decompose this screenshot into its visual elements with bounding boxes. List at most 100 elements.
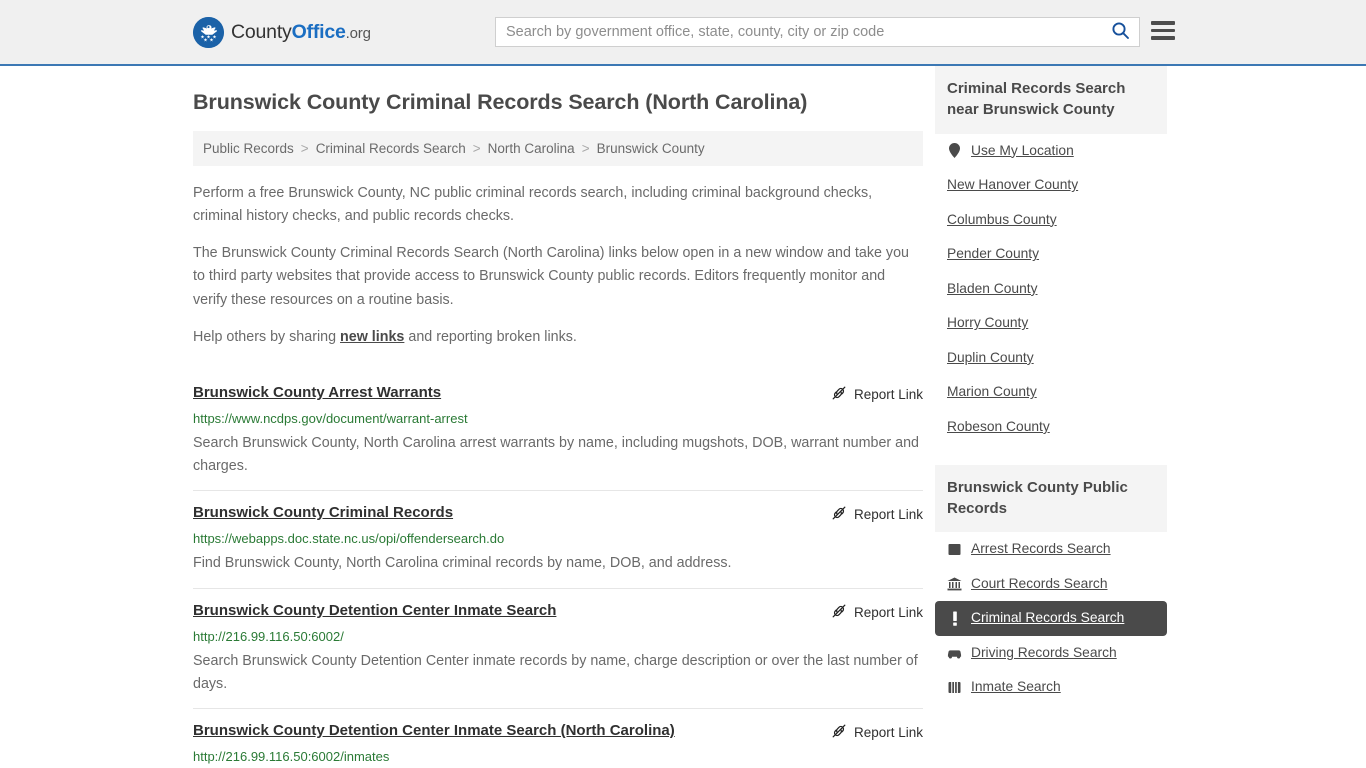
page-body: Brunswick County Criminal Records Search… [0,66,1366,768]
sidebar-item-label: Horry County [947,315,1029,331]
map-pin-icon [947,143,962,159]
result-title-link[interactable]: Brunswick County Criminal Records [193,504,831,523]
sidebar-item-duplin-county[interactable]: Duplin County [935,341,1167,376]
sidebar-item-new-hanover-county[interactable]: New Hanover County [935,168,1167,203]
result-item: Brunswick County Detention Center Inmate… [193,708,923,768]
sidebar-item-use-my-location[interactable]: Use My Location [935,134,1167,169]
intro-paragraph-3: Help others by sharing new links and rep… [193,326,923,349]
report-link-label: Report Link [853,604,923,620]
hamburger-bar [1151,21,1175,25]
result-item: Brunswick County Detention Center Inmate… [193,587,923,708]
sidebar-item-label: Use My Location [971,142,1074,158]
hamburger-bar [1151,36,1175,40]
sidebar-nearby-list: Use My Location New Hanover County Colum… [935,134,1167,449]
list-item: Inmate Search [935,670,1167,705]
result-title-link[interactable]: Brunswick County Detention Center Inmate… [193,602,831,621]
sidebar-item-horry-county[interactable]: Horry County [935,306,1167,341]
page-title: Brunswick County Criminal Records Search… [193,90,808,114]
eagle-seal-icon [193,16,224,48]
intro-text-before-link: Help others by sharing [193,328,341,345]
sidebar-public-records-block: Brunswick County Public Records Arrest R… [935,464,1167,709]
breadcrumb-separator: > [300,141,309,156]
intro-text: Perform a free Brunswick County, NC publ… [193,182,923,349]
results-list: Brunswick County Arrest Warrants Report … [193,371,923,768]
search-bar[interactable] [495,17,1140,47]
report-link-label: Report Link [853,386,923,402]
sidebar-public-records-heading: Brunswick County Public Records [935,464,1167,533]
sidebar-item-label: Bladen County [947,280,1038,296]
breadcrumb-item-north-carolina[interactable]: North Carolina [488,141,575,156]
sidebar-item-robeson-county[interactable]: Robeson County [935,410,1167,445]
result-url: http://216.99.116.50:6002/inmates [193,749,390,765]
result-title-link[interactable]: Brunswick County Detention Center Inmate… [193,722,831,741]
sidebar-nearby-heading: Criminal Records Search near Brunswick C… [935,66,1167,134]
list-item: Pender County [935,237,1167,272]
hamburger-menu-icon[interactable] [1151,21,1175,40]
sidebar-item-label: New Hanover County [947,177,1079,193]
report-link-label: Report Link [853,507,923,523]
new-links-link[interactable]: new links [340,329,404,345]
sidebar-item-inmate-search[interactable]: Inmate Search [935,670,1167,705]
sidebar-item-label: Inmate Search [971,679,1061,695]
breadcrumb-item-public-records[interactable]: Public Records [203,141,294,156]
result-header: Brunswick County Criminal Records Report… [193,504,923,524]
sidebar-item-label: Robeson County [947,418,1050,434]
sidebar-item-arrest-records-search[interactable]: Arrest Records Search [935,532,1167,567]
car-icon [947,646,962,661]
list-item: Driving Records Search [935,636,1167,671]
intro-paragraph-1: Perform a free Brunswick County, NC publ… [193,185,873,225]
jail-icon [947,680,962,695]
report-link-button[interactable]: Report Link [831,722,923,742]
broken-link-icon [831,723,847,742]
sidebar-item-bladen-county[interactable]: Bladen County [935,272,1167,307]
main-content: Brunswick County Criminal Records Search… [193,66,923,768]
breadcrumb: Public Records > Criminal Records Search… [193,131,923,166]
result-header: Brunswick County Detention Center Inmate… [193,602,923,622]
search-input[interactable] [496,18,1101,46]
sidebar-item-label: Court Records Search [971,575,1108,591]
intro-text-after-link: and reporting broken links. [404,328,577,345]
report-link-button[interactable]: Report Link [831,384,923,404]
sidebar-item-label: Marion County [947,384,1037,400]
result-header: Brunswick County Detention Center Inmate… [193,722,923,742]
hamburger-bar [1151,28,1175,32]
result-url: http://216.99.116.50:6002/ [193,628,344,644]
report-link-button[interactable]: Report Link [831,602,923,622]
courthouse-icon [947,576,962,591]
sidebar-item-driving-records-search[interactable]: Driving Records Search [935,636,1167,671]
site-logo[interactable]: CountyOffice.org [193,16,371,48]
sidebar-public-records-list: Arrest Records Search Court Records Sear… [935,532,1167,709]
list-item: Court Records Search [935,567,1167,602]
sidebar-item-columbus-county[interactable]: Columbus County [935,203,1167,238]
breadcrumb-item-brunswick-county[interactable]: Brunswick County [597,141,705,156]
sidebar: Criminal Records Search near Brunswick C… [935,66,1167,768]
search-icon [1111,21,1130,43]
sidebar-item-marion-county[interactable]: Marion County [935,375,1167,410]
result-description: Search Brunswick County, North Carolina … [193,434,920,475]
breadcrumb-separator: > [581,141,590,156]
brand-part-county: County [231,20,292,43]
result-description: Find Brunswick County, North Carolina cr… [193,555,732,572]
list-item: Columbus County [935,203,1167,238]
sidebar-item-criminal-records-search[interactable]: Criminal Records Search [935,601,1167,636]
exclamation-icon [947,611,962,626]
breadcrumb-item-criminal-records-search[interactable]: Criminal Records Search [316,141,466,156]
search-button[interactable] [1101,18,1139,46]
list-item: Bladen County [935,272,1167,307]
report-link-label: Report Link [853,725,923,741]
sidebar-item-label: Duplin County [947,349,1034,365]
list-item: Use My Location [935,134,1167,169]
result-title-link[interactable]: Brunswick County Arrest Warrants [193,384,831,403]
report-link-button[interactable]: Report Link [831,504,923,524]
sidebar-item-court-records-search[interactable]: Court Records Search [935,567,1167,602]
result-item: Brunswick County Arrest Warrants Report … [193,371,923,490]
sidebar-item-label: Driving Records Search [971,644,1117,660]
sidebar-item-label: Criminal Records Search [971,610,1125,626]
result-header: Brunswick County Arrest Warrants Report … [193,384,923,404]
brand-wordmark: CountyOffice.org [231,21,371,44]
result-url: https://www.ncdps.gov/document/warrant-a… [193,410,468,426]
broken-link-icon [831,603,847,622]
broken-link-icon [831,505,847,524]
sidebar-item-pender-county[interactable]: Pender County [935,237,1167,272]
list-item: Marion County [935,375,1167,410]
